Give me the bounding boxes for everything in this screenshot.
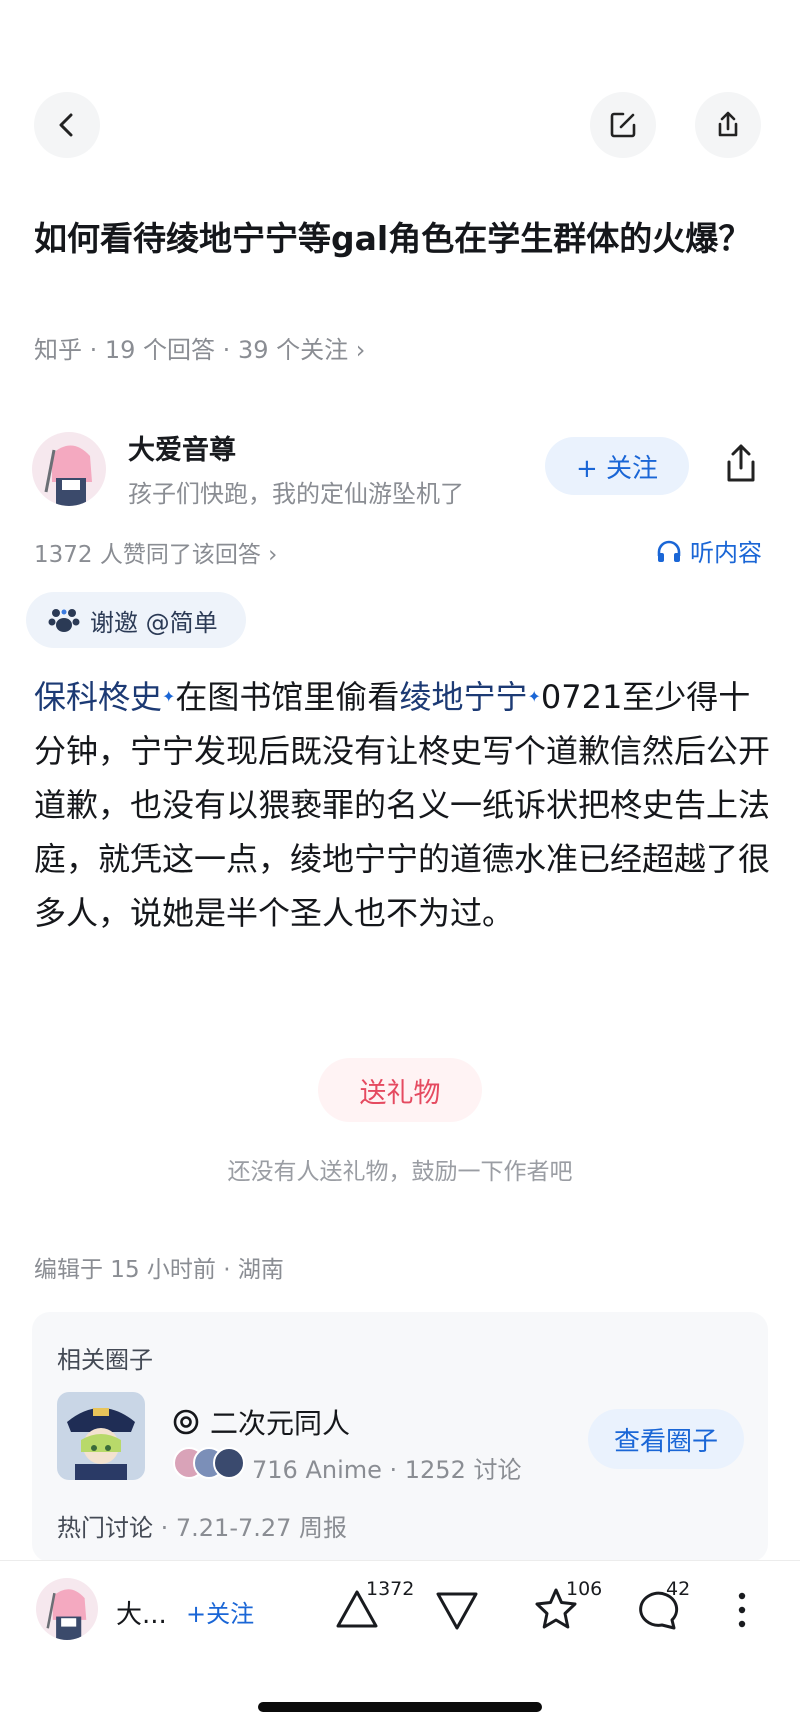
bottom-author-name[interactable]: 大... <box>116 1594 167 1631</box>
circle-stats: 716 Anime · 1252 讨论 <box>252 1456 522 1484</box>
gift-hint: 还没有人送礼物，鼓励一下作者吧 <box>227 1159 573 1185</box>
share-icon <box>712 109 744 141</box>
related-circle-title: 相关圈子 <box>57 1346 153 1374</box>
share-answer-button[interactable] <box>721 442 761 486</box>
circle-name: 二次元同人 <box>210 1407 351 1440</box>
follow-button[interactable]: + 关注 <box>545 437 689 495</box>
author-name[interactable]: 大爱音尊 <box>128 428 236 467</box>
back-icon <box>52 110 82 140</box>
question-title[interactable]: 如何看待绫地宁宁等gal角色在学生群体的火爆？ <box>34 212 769 266</box>
paw-icon <box>48 606 80 634</box>
upvote-summary[interactable]: 1372 人赞同了该回答 › <box>34 535 277 569</box>
edit-info: 编辑于 15 小时前 · 湖南 <box>34 1257 284 1283</box>
edit-icon <box>607 109 639 141</box>
answer-text-1: 在图书馆里偷看 <box>175 678 400 716</box>
circle-cover[interactable] <box>57 1392 145 1480</box>
link-hoshina-shuuji[interactable]: 保科柊史 <box>34 678 162 716</box>
author-signature: 孩子们快跑，我的定仙游坠机了 <box>128 480 464 508</box>
invite-label: 谢邀 @简单 <box>90 608 218 637</box>
circle-at-icon <box>172 1408 200 1436</box>
edit-button[interactable] <box>590 92 656 158</box>
author-avatar[interactable] <box>32 432 106 506</box>
question-meta[interactable]: 知乎 · 19 个回答 · 39 个关注 › <box>34 330 365 365</box>
link-mark: ✦ <box>527 687 541 706</box>
downvote-icon <box>434 1590 480 1632</box>
bottom-author-avatar[interactable] <box>36 1578 98 1640</box>
upvote-count: 1372 <box>366 1578 415 1600</box>
comment-count: 42 <box>666 1578 691 1600</box>
headphone-icon <box>656 539 682 563</box>
answer-text-2: 0721至少得十分钟，宁宁发现后既没有让柊史写个道歉信然后公开道歉，也没有以猥亵… <box>34 678 771 932</box>
home-indicator[interactable] <box>258 1702 542 1712</box>
view-circle-button[interactable]: 查看圈子 <box>588 1409 744 1469</box>
hot-label: 热门讨论 <box>57 1514 153 1542</box>
link-ayachi-nene[interactable]: 绫地宁宁 <box>399 678 527 716</box>
more-button[interactable] <box>732 1590 752 1630</box>
favorite-count: 106 <box>566 1578 603 1600</box>
link-mark: ✦ <box>162 687 176 706</box>
downvote-button[interactable] <box>434 1590 480 1632</box>
back-button[interactable] <box>34 92 100 158</box>
bottom-follow-button[interactable]: +关注 <box>186 1594 254 1629</box>
circle-name-row[interactable]: 二次元同人 <box>172 1402 350 1442</box>
hot-discussion[interactable]: 热门讨论 · 7.21-7.27 周报 <box>57 1508 347 1543</box>
send-gift-button[interactable]: 送礼物 <box>318 1058 482 1122</box>
answer-body: 保科柊史✦在图书馆里偷看绫地宁宁✦0721至少得十分钟，宁宁发现后既没有让柊史写… <box>34 670 774 940</box>
member-avatars <box>172 1446 248 1480</box>
share-button[interactable] <box>695 92 761 158</box>
invite-badge[interactable]: 谢邀 @简单 <box>26 592 246 648</box>
listen-button[interactable]: 听内容 <box>656 533 762 568</box>
share-icon <box>721 442 761 486</box>
hot-detail: · 7.21-7.27 周报 <box>153 1514 348 1542</box>
more-icon <box>732 1590 752 1630</box>
listen-label: 听内容 <box>690 539 762 567</box>
